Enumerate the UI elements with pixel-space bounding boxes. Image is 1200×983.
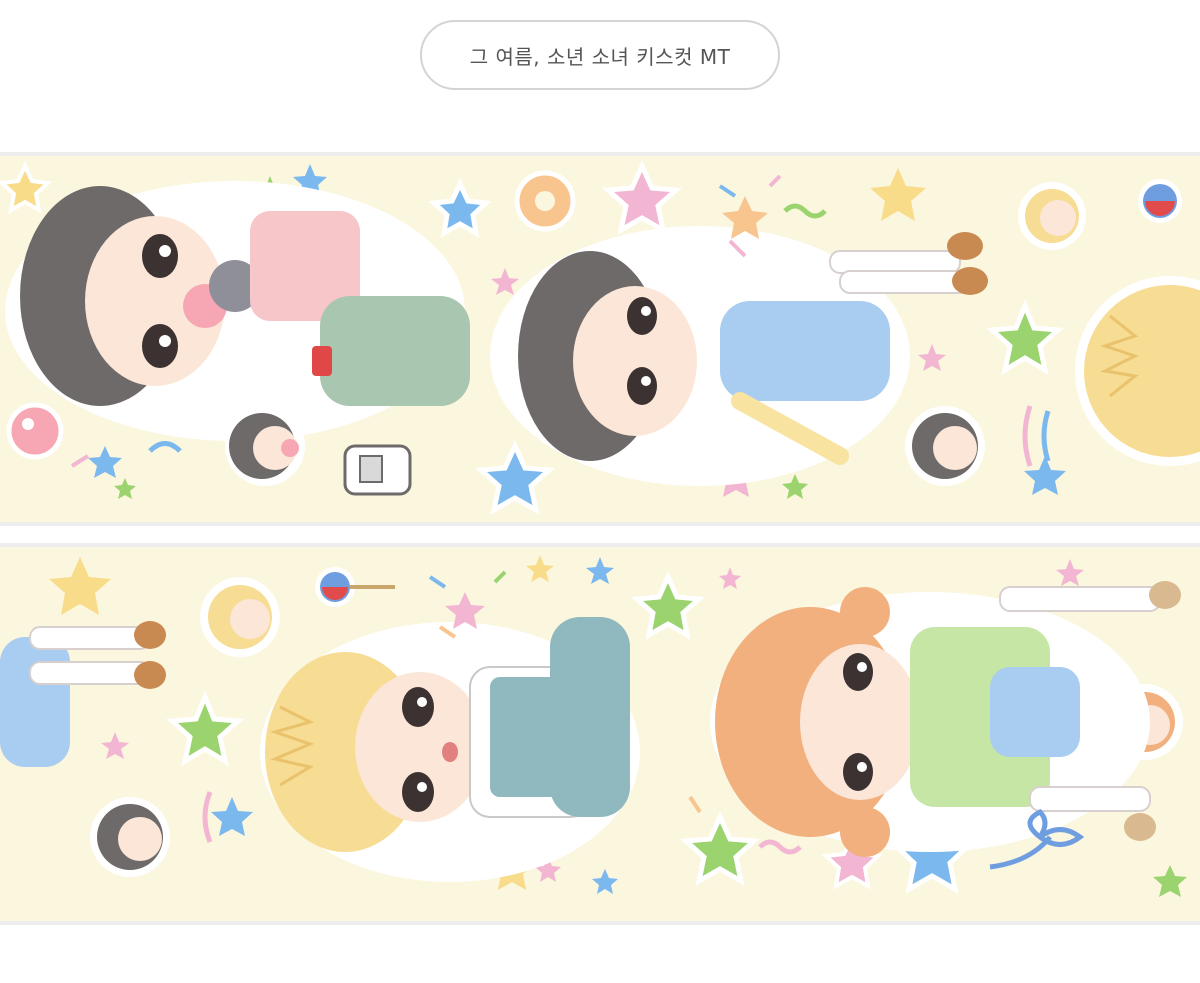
yellow-star-icon (526, 555, 554, 582)
tape-illustration-1 (0, 159, 1200, 515)
orange-haired-girl (710, 581, 1181, 870)
pink-star-icon (1056, 559, 1084, 586)
blonde-boy-partial (1075, 276, 1200, 466)
green-star-icon (165, 690, 245, 767)
yellow-star-icon (49, 557, 111, 615)
pink-star-icon (601, 159, 683, 235)
product-title: 그 여름, 소년 소녀 키스컷 MT (469, 44, 731, 69)
girl-in-blue-dress-partial (0, 621, 166, 767)
pink-star-icon (101, 732, 129, 759)
masking-tape-strip-2 (0, 543, 1200, 925)
phone-in-hand (312, 346, 332, 376)
blue-star-icon (592, 869, 618, 894)
green-star-icon (679, 810, 761, 886)
green-star-icon (782, 474, 808, 499)
pink-star-icon (491, 268, 519, 295)
blue-star-icon (211, 797, 253, 836)
product-title-pill: 그 여름, 소년 소녀 키스컷 MT (420, 20, 780, 90)
blue-star-icon (428, 178, 492, 238)
pink-star-icon (918, 344, 946, 371)
green-star-icon (630, 570, 706, 640)
green-star-icon (1153, 865, 1187, 897)
blue-star-icon (474, 439, 556, 515)
pink-star-icon (719, 567, 741, 589)
yellow-star-icon (870, 168, 926, 221)
blue-star-icon (586, 557, 614, 584)
boy-with-headphones (5, 181, 470, 441)
blonde-boy-sitting (260, 617, 640, 882)
masking-tape-strip-1 (0, 152, 1200, 526)
green-star-icon (114, 478, 136, 499)
yellow-star-icon (0, 161, 53, 214)
green-star-icon (985, 299, 1065, 376)
tape-illustration-2 (0, 555, 1187, 897)
blue-star-icon (88, 446, 122, 478)
product-detail-page: 그 여름, 소년 소녀 키스컷 MT (0, 0, 1200, 983)
